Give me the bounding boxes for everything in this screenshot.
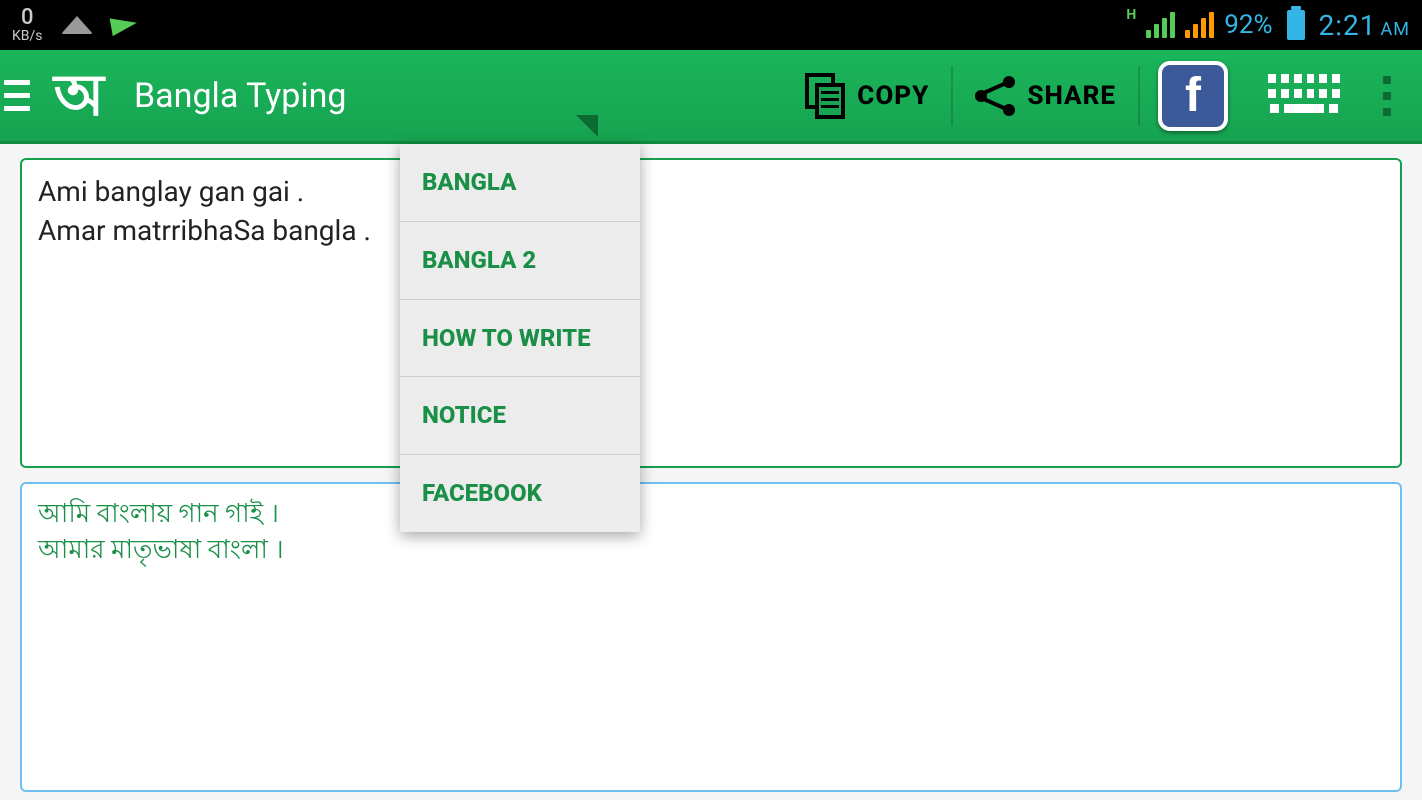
- wifi-icon: [61, 16, 93, 34]
- copy-icon: [805, 73, 845, 119]
- overflow-menu-button[interactable]: [1372, 76, 1402, 116]
- battery-icon: [1287, 10, 1305, 40]
- facebook-icon: f: [1185, 68, 1201, 123]
- net-speed-unit: KB/s: [12, 29, 43, 43]
- share-label: SHARE: [1027, 81, 1116, 111]
- copy-button[interactable]: COPY: [783, 66, 953, 126]
- dropdown-item-bangla[interactable]: BANGLA: [400, 144, 640, 222]
- menu-button[interactable]: [0, 49, 34, 143]
- clock-time: 2:21: [1319, 9, 1377, 42]
- content-area: Ami banglay gan gai . Amar matrribhaSa b…: [0, 144, 1422, 800]
- toolbar-actions: COPY SHARE f: [783, 50, 1412, 141]
- mode-spinner[interactable]: [426, 49, 646, 143]
- dropdown-arrow-icon: [576, 115, 598, 137]
- dropdown-item-bangla2[interactable]: BANGLA 2: [400, 222, 640, 300]
- signal-bars-1-icon: [1146, 12, 1175, 38]
- facebook-button[interactable]: f: [1158, 61, 1228, 131]
- dropdown-item-notice[interactable]: NOTICE: [400, 377, 640, 455]
- network-speed-indicator: 0 KB/s: [12, 7, 43, 43]
- copy-label: COPY: [857, 81, 929, 111]
- send-icon: [109, 14, 138, 36]
- share-button[interactable]: SHARE: [953, 66, 1140, 126]
- network-type-label: H: [1126, 7, 1136, 23]
- clock-ampm: AM: [1381, 19, 1410, 40]
- input-textarea[interactable]: Ami banglay gan gai . Amar matrribhaSa b…: [20, 158, 1402, 468]
- android-status-bar: 0 KB/s H 92% 2:21AM: [0, 0, 1422, 50]
- output-textarea[interactable]: আমি বাংলায় গান গাই । আমার মাতৃভাষা বাংল…: [20, 482, 1402, 792]
- keyboard-button[interactable]: [1268, 74, 1340, 118]
- battery-percentage: 92%: [1224, 10, 1272, 40]
- app-title: Bangla Typing: [134, 76, 346, 116]
- clock: 2:21AM: [1319, 9, 1410, 42]
- status-left: 0 KB/s: [12, 7, 137, 43]
- app-logo-icon: অ: [40, 62, 118, 130]
- signal-bars-2-icon: [1185, 12, 1214, 38]
- mode-dropdown-menu: BANGLA BANGLA 2 HOW TO WRITE NOTICE FACE…: [400, 144, 640, 532]
- net-speed-value: 0: [21, 7, 34, 29]
- app-toolbar: অ Bangla Typing COPY SHARE f: [0, 50, 1422, 144]
- dropdown-item-howto[interactable]: HOW TO WRITE: [400, 300, 640, 378]
- dropdown-item-facebook[interactable]: FACEBOOK: [400, 455, 640, 532]
- share-icon: [975, 76, 1015, 116]
- status-right: H 92% 2:21AM: [1126, 9, 1410, 42]
